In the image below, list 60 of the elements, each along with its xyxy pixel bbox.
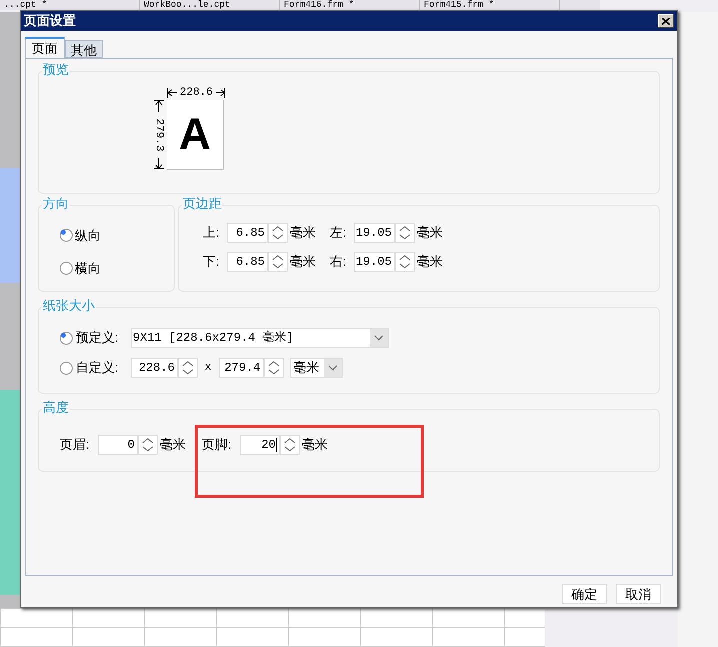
number-field[interactable]: 19.05	[354, 252, 395, 272]
field-label: 右:	[330, 253, 348, 272]
radio-button[interactable]	[60, 332, 73, 344]
spin-button[interactable]	[268, 252, 288, 272]
radio-label: 横向	[75, 260, 101, 278]
radio-button[interactable]	[60, 262, 73, 275]
radio-button[interactable]	[60, 229, 73, 242]
dimension-arrow	[215, 88, 226, 98]
chevron-down-icon	[324, 359, 342, 377]
spin-button[interactable]	[138, 434, 158, 454]
spin-button[interactable]	[268, 223, 288, 243]
radio-label: 预定义:	[76, 329, 120, 348]
field-label: 左:	[330, 224, 348, 242]
dimension-arrow	[154, 158, 164, 170]
unit-dropdown[interactable]: 毫米	[290, 358, 343, 378]
spin-button[interactable]	[178, 358, 198, 378]
chevron-down-icon	[370, 329, 388, 347]
unit-label: 毫米	[290, 224, 316, 242]
width-label: 228.6	[179, 86, 214, 101]
dialog-button[interactable]: 确定	[562, 584, 607, 604]
tab[interactable]: 页面	[25, 37, 65, 58]
unit-label: 毫米	[417, 224, 443, 242]
number-field[interactable]: 19.05	[354, 223, 395, 243]
group-title: 纸张大小	[42, 298, 96, 314]
close-icon	[662, 18, 670, 24]
number-field[interactable]: 6.85	[227, 252, 268, 272]
preview-letter: A	[179, 112, 211, 156]
unit-label: 毫米	[302, 436, 328, 454]
height-label: 279.3	[152, 118, 166, 152]
group-title: 方向	[42, 196, 70, 212]
times-label: x	[204, 360, 213, 376]
dropdown[interactable]: 9X11 [228.6x279.4 毫米]	[131, 328, 389, 348]
group-title: 页边距	[182, 196, 223, 212]
group-title: 预览	[42, 62, 70, 78]
radio-button[interactable]	[60, 362, 73, 374]
tab[interactable]: 其他	[65, 40, 103, 58]
radio-label: 自定义:	[76, 359, 120, 378]
unit-label: 毫米	[290, 253, 316, 272]
dimension-arrow	[167, 88, 178, 98]
dialog-button[interactable]: 取消	[616, 584, 661, 604]
number-field[interactable]: 0	[98, 434, 138, 454]
spin-button[interactable]	[395, 223, 415, 243]
unit-label: 毫米	[417, 253, 443, 272]
close-button[interactable]	[658, 14, 674, 28]
unit-label: 毫米	[160, 436, 186, 454]
spin-button[interactable]	[395, 252, 415, 272]
radio-label: 纵向	[75, 227, 101, 245]
number-field[interactable]: 228.6	[131, 358, 178, 378]
spin-button[interactable]	[264, 358, 284, 378]
field-label: 页脚:	[202, 436, 233, 454]
dimension-arrow	[154, 100, 164, 112]
number-field[interactable]: 6.85	[227, 223, 268, 243]
number-field[interactable]: 20	[240, 434, 280, 454]
field-label: 上:	[203, 224, 221, 242]
number-field[interactable]: 279.4	[218, 358, 264, 378]
field-label: 下:	[203, 253, 221, 272]
field-label: 页眉:	[60, 436, 91, 454]
spin-button[interactable]	[280, 434, 300, 454]
group-title: 高度	[42, 400, 70, 416]
window-title: 页面设置	[24, 12, 76, 30]
